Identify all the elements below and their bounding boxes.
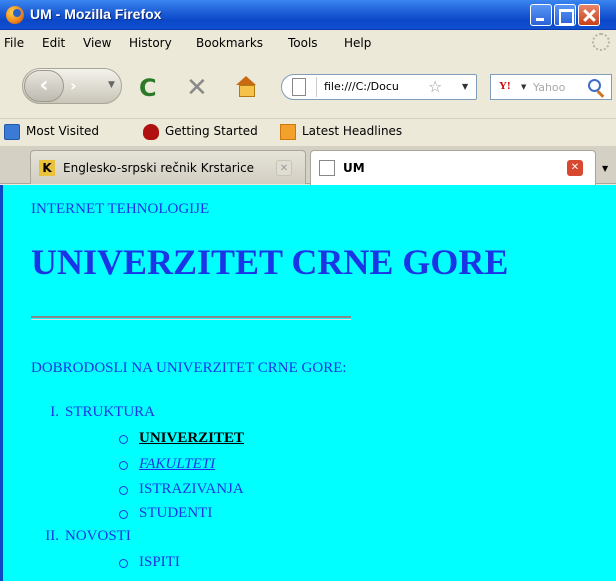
- circle-bullet-icon: [119, 486, 128, 495]
- tab-krstarice[interactable]: K Englesko-srpski rečnik Krstarice ✕: [30, 150, 306, 184]
- krstarice-favicon: K: [39, 160, 55, 176]
- url-input[interactable]: file:///C:/Docu: [324, 80, 399, 93]
- menu-edit[interactable]: Edit: [42, 36, 65, 50]
- fakulteti-link[interactable]: FAKULTETI: [139, 456, 215, 473]
- search-input[interactable]: Yahoo: [533, 81, 565, 94]
- tab-strip: K Englesko-srpski rečnik Krstarice ✕ UM …: [0, 146, 616, 185]
- address-separator: [316, 77, 317, 97]
- close-tab-icon[interactable]: ✕: [276, 160, 292, 176]
- bookmarks-toolbar: Most Visited Getting Started Latest Head…: [0, 118, 616, 144]
- page-icon: [292, 78, 306, 96]
- close-window-button[interactable]: [578, 4, 600, 26]
- menu-bar: File Edit View History Bookmarks Tools H…: [0, 30, 616, 56]
- tab-list-dropdown-icon[interactable]: ▼: [602, 164, 608, 173]
- throbber-icon: [592, 33, 610, 51]
- page-content: INTERNET TEHNOLOGIJE UNIVERZITET CRNE GO…: [0, 185, 616, 581]
- home-icon[interactable]: [236, 76, 256, 97]
- menu-bookmarks[interactable]: Bookmarks: [196, 36, 263, 50]
- bookmark-getting-started[interactable]: Getting Started: [143, 124, 258, 140]
- menu-tools[interactable]: Tools: [288, 36, 318, 50]
- bookmark-star-icon[interactable]: ☆: [428, 77, 442, 96]
- search-bar[interactable]: Y! ▼ Yahoo: [490, 74, 612, 100]
- bookmark-label: Most Visited: [26, 124, 100, 138]
- back-button[interactable]: ‹: [24, 70, 64, 102]
- navigation-toolbar: ‹ › ▼ C ✕ file:///C:/Docu ☆ ▼ Y! ▼ Yahoo: [0, 56, 616, 114]
- sublist-label: ISTRAZIVANJA: [139, 481, 244, 497]
- menu-history[interactable]: History: [129, 36, 172, 50]
- maximize-button[interactable]: [554, 4, 576, 26]
- minimize-button[interactable]: [530, 4, 552, 26]
- list-label: STRUKTURA: [65, 404, 156, 420]
- tab-label: UM: [343, 161, 365, 175]
- bookmark-label: Getting Started: [165, 124, 258, 138]
- history-dropdown-icon[interactable]: ▼: [108, 80, 115, 90]
- list-label: NOVOSTI: [65, 528, 131, 544]
- circle-bullet-icon: [119, 461, 128, 470]
- url-dropdown-icon[interactable]: ▼: [462, 82, 468, 91]
- stop-icon[interactable]: ✕: [186, 73, 208, 103]
- menu-help[interactable]: Help: [344, 36, 371, 50]
- window-titlebar[interactable]: UM - Mozilla Firefox: [0, 0, 616, 30]
- bookmark-label: Latest Headlines: [302, 124, 403, 138]
- bookmark-latest-headlines[interactable]: Latest Headlines: [280, 124, 403, 140]
- univerzitet-link[interactable]: UNIVERZITET: [139, 430, 244, 447]
- circle-bullet-icon: [119, 559, 128, 568]
- ordered-list: I. STRUKTURA UNIVERZITET FAKULTETI ISTRA…: [3, 185, 616, 581]
- circle-bullet-icon: [119, 435, 128, 444]
- window-title: UM - Mozilla Firefox: [30, 6, 162, 22]
- list-number: II.: [45, 528, 59, 544]
- document-favicon: [319, 160, 335, 176]
- search-icon[interactable]: [588, 79, 601, 92]
- list-number: I.: [50, 404, 59, 420]
- search-engine-dropdown-icon[interactable]: ▼: [521, 83, 526, 91]
- tab-um[interactable]: UM ✕: [310, 150, 596, 185]
- tab-label: Englesko-srpski rečnik Krstarice: [63, 161, 255, 175]
- menu-view[interactable]: View: [83, 36, 111, 50]
- address-bar[interactable]: file:///C:/Docu ☆ ▼: [281, 74, 477, 100]
- most-visited-icon: [4, 124, 20, 140]
- sublist-label: STUDENTI: [139, 505, 213, 521]
- sublist-label: ISPITI: [139, 554, 180, 570]
- bookmark-most-visited[interactable]: Most Visited: [4, 124, 100, 140]
- firefox-icon: [6, 6, 24, 24]
- yahoo-engine-icon[interactable]: Y!: [499, 80, 511, 92]
- menu-file[interactable]: File: [4, 36, 24, 50]
- circle-bullet-icon: [119, 510, 128, 519]
- forward-button[interactable]: ›: [70, 76, 77, 95]
- close-tab-icon[interactable]: ✕: [567, 160, 583, 176]
- reload-icon[interactable]: C: [139, 74, 157, 102]
- getting-started-icon: [143, 124, 159, 140]
- rss-feed-icon: [280, 124, 296, 140]
